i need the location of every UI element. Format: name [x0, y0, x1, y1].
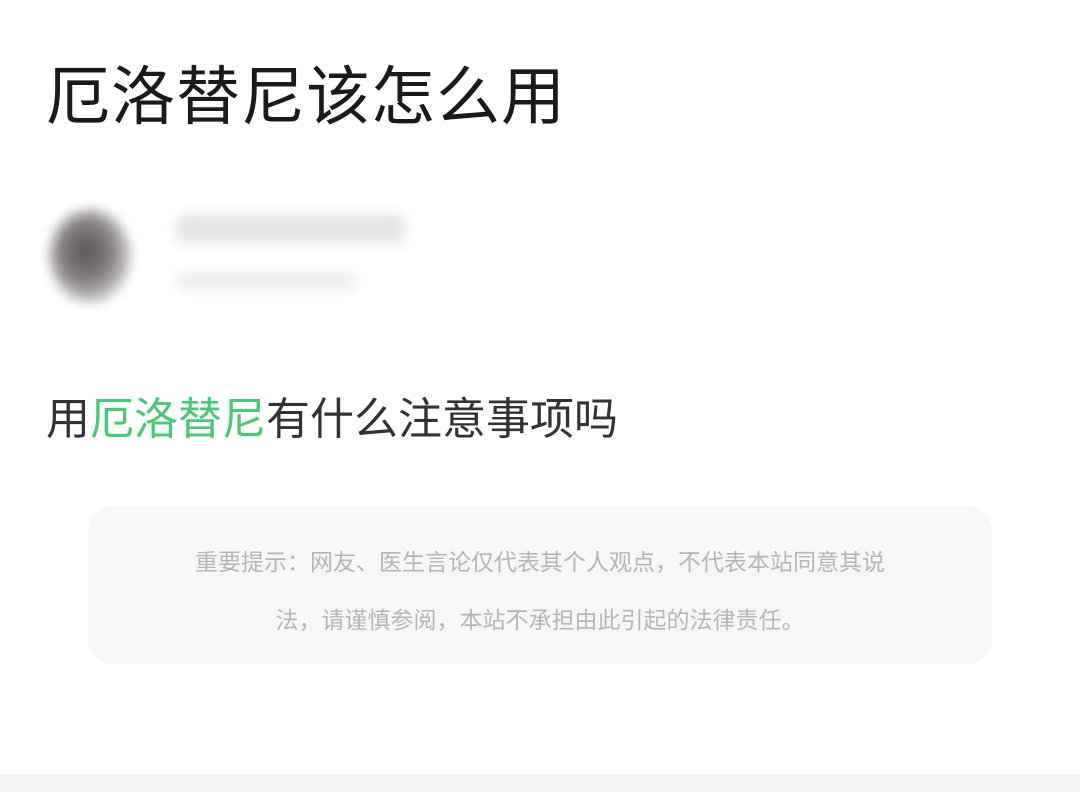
- page-title: 厄洛替尼该怎么用: [46, 61, 566, 135]
- drug-name-link[interactable]: 厄洛替尼: [90, 394, 266, 445]
- author-meta-blurred: [176, 272, 356, 290]
- page: 厄洛替尼该怎么用 用厄洛替尼有什么注意事项吗 重要提示：网友、医生言论仅代表其个…: [0, 0, 1080, 792]
- author-row[interactable]: [44, 206, 464, 316]
- disclaimer-box: 重要提示：网友、医生言论仅代表其个人观点，不代表本站同意其说 法，请谨慎参阅，本…: [88, 506, 992, 664]
- question-prefix: 用: [46, 394, 90, 445]
- section-divider: [0, 774, 1080, 792]
- disclaimer-line-2: 法，请谨慎参阅，本站不承担由此引起的法律责任。: [275, 608, 805, 634]
- question-text: 用厄洛替尼有什么注意事项吗: [46, 390, 618, 450]
- author-name-blurred[interactable]: [176, 214, 406, 244]
- question-suffix: 有什么注意事项吗: [266, 394, 618, 445]
- avatar[interactable]: [50, 210, 130, 302]
- disclaimer-line-1: 重要提示：网友、医生言论仅代表其个人观点，不代表本站同意其说: [195, 550, 885, 576]
